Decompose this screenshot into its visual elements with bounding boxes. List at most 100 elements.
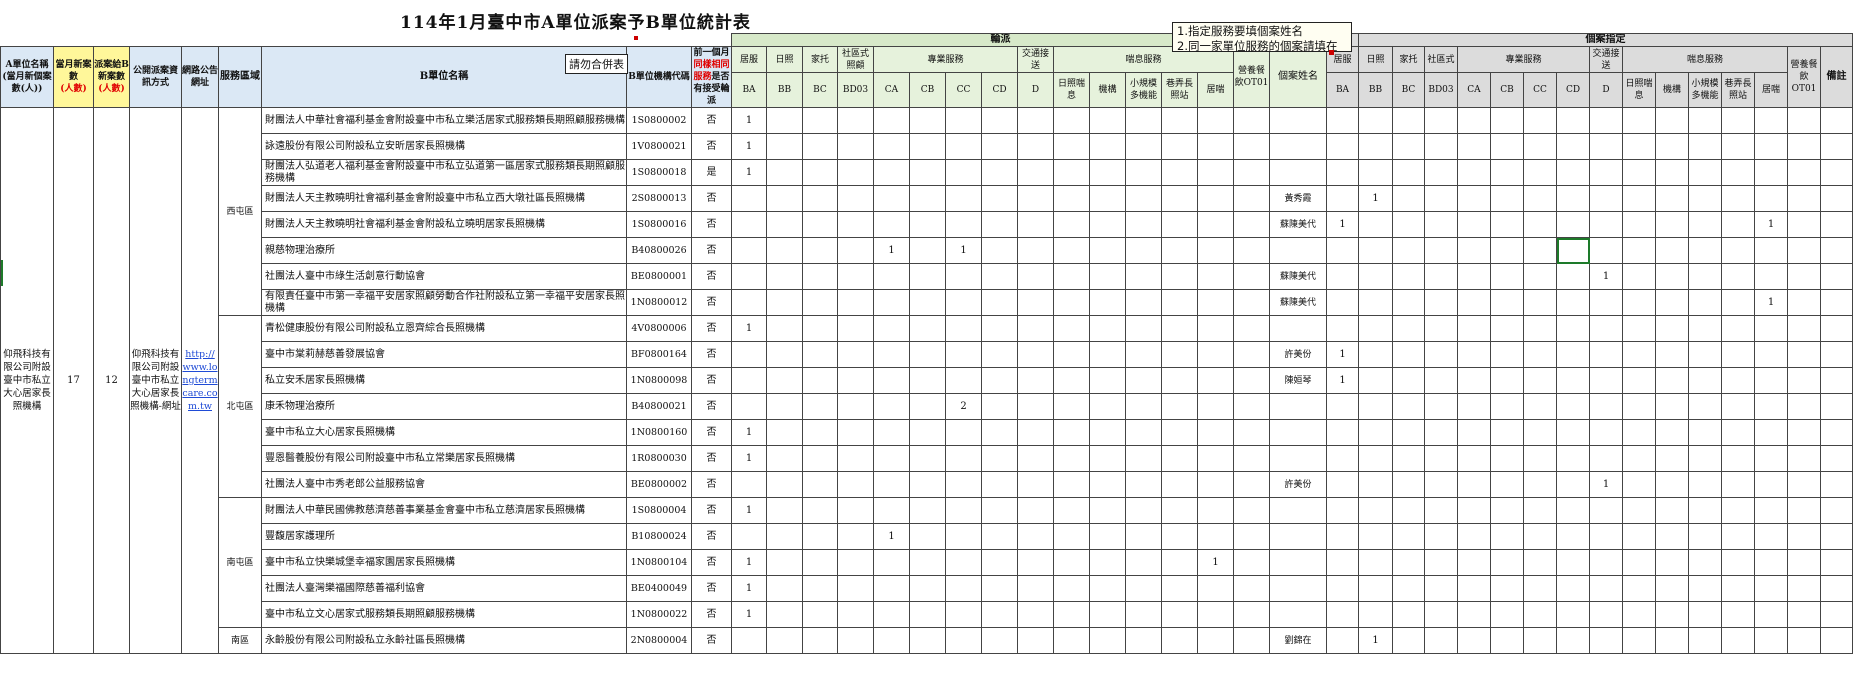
dispatch-cell-bc[interactable]: [802, 237, 838, 264]
case-cell-ot[interactable]: [1787, 601, 1821, 628]
dispatch-cell-cb[interactable]: [909, 237, 946, 264]
dispatch-cell-alley[interactable]: [1161, 289, 1198, 316]
case-name-cell[interactable]: [1269, 393, 1327, 420]
dispatch-cell-cc[interactable]: [945, 185, 982, 212]
dispatch-cell-d[interactable]: [1017, 211, 1054, 238]
case-cell-cd[interactable]: [1556, 601, 1590, 628]
case-cell-inst[interactable]: [1655, 523, 1689, 550]
dispatch-cell-bc[interactable]: [802, 497, 838, 524]
dispatch-cell-inst[interactable]: [1089, 419, 1126, 446]
dispatch-cell-res[interactable]: [1197, 263, 1234, 290]
dispatch-cell-alley[interactable]: [1161, 393, 1198, 420]
dispatch-cell-bc[interactable]: [802, 627, 838, 654]
dispatch-cell-small[interactable]: [1125, 185, 1162, 212]
dispatch-cell-dayres[interactable]: [1053, 471, 1090, 498]
dispatch-cell-cd[interactable]: [981, 133, 1018, 160]
case-cell-res[interactable]: [1754, 133, 1788, 160]
case-cell-dayres[interactable]: [1622, 211, 1656, 238]
dispatch-cell-cc[interactable]: [945, 445, 982, 472]
dispatch-cell-cc[interactable]: [945, 419, 982, 446]
case-cell-dayres[interactable]: [1622, 237, 1656, 264]
case-cell-cc[interactable]: [1523, 549, 1557, 576]
dispatch-cell-res[interactable]: [1197, 445, 1234, 472]
case-cell-inst[interactable]: [1655, 575, 1689, 602]
case-cell-cb[interactable]: [1490, 445, 1524, 472]
dispatch-cell-res[interactable]: [1197, 211, 1234, 238]
case-cell-bd03[interactable]: [1424, 549, 1458, 576]
dispatch-cell-bd03[interactable]: [837, 211, 874, 238]
case-cell-bc[interactable]: [1392, 471, 1425, 498]
case-cell-dayres[interactable]: [1622, 185, 1656, 212]
case-cell-bb[interactable]: [1358, 497, 1393, 524]
dispatch-cell-cd[interactable]: [981, 497, 1018, 524]
case-cell-bc[interactable]: [1392, 367, 1425, 394]
case-cell-cc[interactable]: [1523, 185, 1557, 212]
case-cell-dayres[interactable]: [1622, 133, 1656, 160]
case-cell-alley[interactable]: [1721, 393, 1755, 420]
dispatch-cell-cb[interactable]: [909, 419, 946, 446]
dispatch-cell-d[interactable]: [1017, 159, 1054, 186]
dispatch-cell-bb[interactable]: [766, 627, 803, 654]
case-cell-bc[interactable]: [1392, 263, 1425, 290]
case-cell-ca[interactable]: [1457, 549, 1491, 576]
case-cell-inst[interactable]: [1655, 471, 1689, 498]
b-unit-name[interactable]: 豐馥居家護理所: [261, 523, 627, 550]
case-cell-ot[interactable]: [1787, 367, 1821, 394]
case-cell-ot[interactable]: [1787, 471, 1821, 498]
dispatch-cell-small[interactable]: [1125, 315, 1162, 342]
case-cell-small[interactable]: [1688, 419, 1722, 446]
dispatch-cell-small[interactable]: [1125, 627, 1162, 654]
case-cell-d[interactable]: [1589, 237, 1623, 264]
dispatch-cell-cb[interactable]: [909, 393, 946, 420]
b-unit-code[interactable]: 1N0800012: [626, 289, 692, 316]
case-cell-ba[interactable]: [1326, 315, 1359, 342]
dispatch-cell-d[interactable]: [1017, 471, 1054, 498]
case-cell-ot[interactable]: [1787, 575, 1821, 602]
b-unit-name[interactable]: 財團法人弘道老人福利基金會附設臺中市私立弘道第一區居家式服務類長期照顧服務機構: [261, 159, 627, 186]
dispatch-cell-dayres[interactable]: [1053, 523, 1090, 550]
case-cell-bd03[interactable]: [1424, 211, 1458, 238]
case-cell-bc[interactable]: [1392, 107, 1425, 134]
dispatch-cell-cd[interactable]: [981, 315, 1018, 342]
case-cell-res[interactable]: [1754, 393, 1788, 420]
dispatch-cell-alley[interactable]: [1161, 367, 1198, 394]
case-cell-alley[interactable]: [1721, 159, 1755, 186]
case-cell-cd[interactable]: [1556, 289, 1590, 316]
dispatch-cell-ca[interactable]: [873, 627, 910, 654]
dispatch-cell-small[interactable]: [1125, 601, 1162, 628]
remark-cell[interactable]: [1820, 185, 1853, 212]
dispatch-cell-cc[interactable]: [945, 263, 982, 290]
dispatch-cell-bc[interactable]: [802, 419, 838, 446]
case-cell-small[interactable]: [1688, 237, 1722, 264]
dispatch-cell-dayres[interactable]: [1053, 263, 1090, 290]
b-unit-code[interactable]: B40800026: [626, 237, 692, 264]
dispatch-cell-ot[interactable]: [1233, 497, 1270, 524]
case-cell-bb[interactable]: [1358, 237, 1393, 264]
case-cell-bb[interactable]: [1358, 263, 1393, 290]
case-cell-bc[interactable]: [1392, 549, 1425, 576]
case-cell-cd[interactable]: [1556, 627, 1590, 654]
case-cell-dayres[interactable]: [1622, 315, 1656, 342]
case-cell-bb[interactable]: [1358, 133, 1393, 160]
dispatch-cell-ot[interactable]: [1233, 601, 1270, 628]
case-cell-dayres[interactable]: [1622, 445, 1656, 472]
case-cell-bc[interactable]: [1392, 627, 1425, 654]
dispatch-cell-inst[interactable]: [1089, 289, 1126, 316]
case-cell-ba[interactable]: [1326, 107, 1359, 134]
case-cell-bc[interactable]: [1392, 601, 1425, 628]
month-new-count[interactable]: 17: [53, 107, 94, 654]
prev-month-value[interactable]: 否: [691, 367, 732, 394]
case-name-cell[interactable]: [1269, 497, 1327, 524]
dispatch-cell-cd[interactable]: [981, 471, 1018, 498]
case-cell-ca[interactable]: [1457, 471, 1491, 498]
case-cell-inst[interactable]: [1655, 133, 1689, 160]
case-cell-bc[interactable]: [1392, 575, 1425, 602]
case-cell-cd[interactable]: [1556, 133, 1590, 160]
dispatch-cell-res[interactable]: [1197, 601, 1234, 628]
dispatch-cell-cd[interactable]: [981, 185, 1018, 212]
dispatch-cell-bb[interactable]: [766, 107, 803, 134]
case-cell-dayres[interactable]: [1622, 341, 1656, 368]
dispatch-cell-inst[interactable]: [1089, 523, 1126, 550]
case-cell-bd03[interactable]: [1424, 263, 1458, 290]
dispatch-cell-dayres[interactable]: [1053, 133, 1090, 160]
